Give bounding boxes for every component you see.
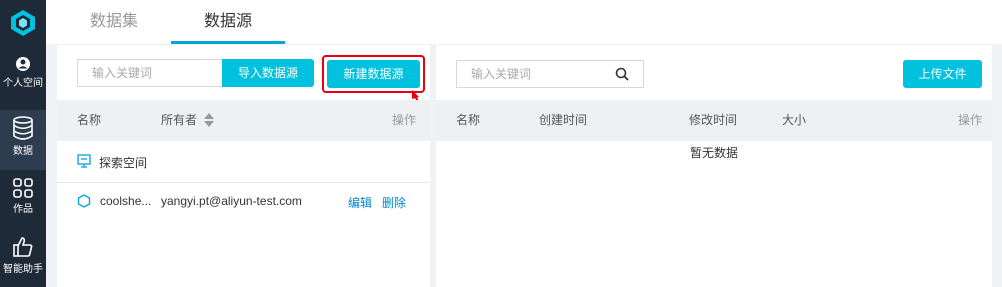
group-row-explore[interactable]: 探索空间 [57,142,430,182]
edit-link[interactable]: 编辑 [348,194,372,211]
grid-icon [13,178,33,198]
column-header-name: 名称 [77,113,102,127]
highlight-box [322,55,425,93]
column-header-modified: 修改时间 [689,113,738,127]
column-header-ops: 操作 [392,113,417,127]
table-row[interactable]: coolshe... yangyi.pt@aliyun-test.com 编辑 … [57,183,430,219]
sidebar-item-assistant[interactable]: 智能助手 [0,232,46,287]
delete-link[interactable]: 删除 [382,194,406,211]
tab-datasets[interactable]: 数据集 [90,0,138,44]
sort-icon[interactable] [203,112,215,128]
thumbs-up-icon [13,237,33,257]
upload-file-button[interactable]: 上传文件 [903,60,982,88]
column-header-created: 创建时间 [539,113,588,127]
active-tab-indicator [171,41,285,44]
search-placeholder: 输入关键词 [471,67,532,81]
user-icon [16,57,30,71]
datasource-owner: yangyi.pt@aliyun-test.com [161,194,302,208]
sidebar-item-label: 作品 [13,204,33,215]
datasource-type-icon [77,194,91,208]
left-rail: 个人空间 数据 作品 智能助手 [0,0,46,287]
search-placeholder: 输入关键词 [92,66,153,80]
search-icon[interactable] [615,67,629,81]
file-table-header: 名称 创建时间 修改时间 大小 操作 [436,100,992,141]
column-header-name: 名称 [456,113,481,127]
database-icon [13,116,33,140]
sidebar-item-works[interactable]: 作品 [0,172,46,232]
sidebar-item-personal[interactable]: 个人空间 [0,50,46,110]
monitor-icon [77,154,91,168]
column-header-size: 大小 [782,113,807,127]
sidebar-item-label: 智能助手 [3,264,43,275]
column-header-ops: 操作 [958,113,983,127]
tab-bar: 数据集 数据源 [46,0,1002,44]
group-label: 探索空间 [99,156,148,170]
file-search-input[interactable]: 输入关键词 [456,60,644,88]
datasource-table-header: 名称 所有者 操作 [57,100,430,141]
datasource-search-input[interactable]: 输入关键词 [77,59,225,87]
column-header-owner: 所有者 [161,113,198,127]
import-datasource-button[interactable]: 导入数据源 [222,59,314,87]
datasource-name: coolshe... [100,194,152,208]
app-logo-icon[interactable] [9,9,37,37]
sidebar-item-label: 个人空间 [3,78,43,89]
tab-datasources[interactable]: 数据源 [204,0,252,44]
empty-state-text: 暂无数据 [690,146,739,160]
sidebar-item-label: 数据 [13,146,33,157]
sidebar-item-data[interactable]: 数据 [0,110,46,170]
